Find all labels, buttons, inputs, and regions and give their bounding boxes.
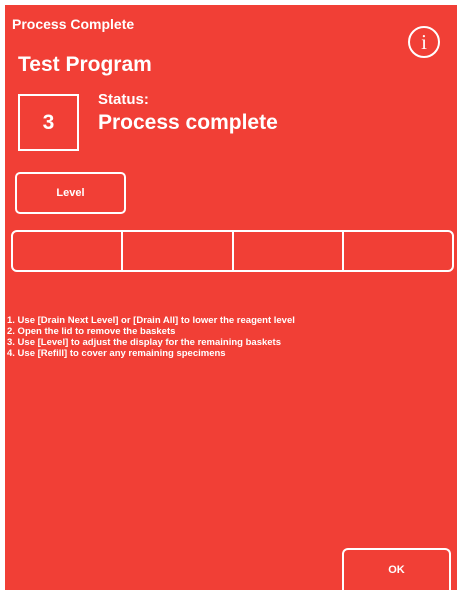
level-indicator	[11, 230, 454, 272]
status-value: Process complete	[98, 111, 278, 134]
level-segment[interactable]	[234, 232, 344, 270]
info-icon: i	[421, 30, 427, 54]
instruction-item: 4. Use [Refill] to cover any remaining s…	[7, 348, 226, 359]
instruction-list: 1. Use [Drain Next Level] or [Drain All]…	[7, 315, 295, 359]
process-complete-screen: Process Complete i Test Program 3 Status…	[5, 5, 457, 590]
program-name: Test Program	[18, 53, 152, 76]
info-button[interactable]: i	[408, 26, 440, 58]
window-title: Process Complete	[12, 16, 135, 32]
status-label: Status:	[98, 91, 149, 108]
level-segment[interactable]	[13, 232, 124, 270]
level-segment[interactable]	[344, 232, 452, 270]
level-segment[interactable]	[123, 232, 234, 270]
instruction-item: 2. Open the lid to remove the baskets	[7, 326, 176, 337]
instruction-item: 3. Use [Level] to adjust the display for…	[7, 337, 281, 348]
step-number-badge: 3	[18, 94, 79, 151]
ok-button[interactable]: OK	[342, 548, 451, 590]
instruction-item: 1. Use [Drain Next Level] or [Drain All]…	[7, 315, 295, 326]
level-button[interactable]: Level	[15, 172, 126, 214]
